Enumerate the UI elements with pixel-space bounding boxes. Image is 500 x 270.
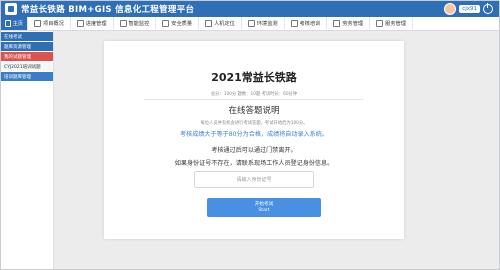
sidebar-item-my-questions[interactable]: 我的试题管理 xyxy=(1,52,53,61)
nav-item-home[interactable]: 主页 xyxy=(1,17,28,30)
nav-item-positioning[interactable]: 人机定位 xyxy=(199,17,242,30)
training-icon xyxy=(290,20,298,27)
people-icon xyxy=(333,20,341,27)
main-nav: 主页 项目概况 进度管理 智能监控 安全质量 人机定位 环境监测 考核培训 劳务… xyxy=(1,17,499,31)
nav-item-labor[interactable]: 劳务管理 xyxy=(327,17,371,30)
app-window: 常益长铁路 BIM+GIS 信息化工程管理平台 cjx91 主页 项目概况 进度… xyxy=(0,0,500,270)
nav-item-training[interactable]: 考核培训 xyxy=(285,17,328,30)
start-button-label-en: Start xyxy=(258,207,270,213)
instruction-line-3: 考核通过后可以通过门禁离开。 xyxy=(211,147,297,154)
nav-item-service[interactable]: 服务管理 xyxy=(370,17,413,30)
nav-item-project-overview[interactable]: 项目概况 xyxy=(28,17,71,30)
start-exam-button[interactable]: 开始考试 Start xyxy=(207,198,321,217)
nav-item-label: 进度管理 xyxy=(85,21,107,27)
monitor-icon xyxy=(119,20,127,27)
sidebar-item-question-bank[interactable]: 题库资源管理 xyxy=(1,42,53,51)
app-logo xyxy=(5,3,17,15)
nav-item-label: 人机定位 xyxy=(214,21,235,27)
exam-card: 2021常益长铁路 总分：100分 题数：10题 考试时长：60分钟 在线答题说… xyxy=(104,41,404,239)
nav-item-label: 服务管理 xyxy=(385,21,406,27)
instructions-title: 在线答题说明 xyxy=(228,106,280,116)
map-icon xyxy=(34,20,41,27)
nav-item-progress[interactable]: 进度管理 xyxy=(71,17,114,30)
nav-item-safety[interactable]: 安全质量 xyxy=(156,17,200,30)
exam-title: 2021常益长铁路 xyxy=(211,71,297,84)
nav-item-label: 劳务管理 xyxy=(342,21,364,27)
avatar[interactable] xyxy=(444,3,457,15)
instruction-line-1: 每位人员共有机会进行考试答题，考试开始后为100分。 xyxy=(200,121,308,126)
sidebar-item-training-questions[interactable]: CYJ2021培训试题 xyxy=(1,62,53,71)
location-icon xyxy=(205,20,213,27)
sidebar: 在线考试 题库资源管理 我的试题管理 CYJ2021培训试题 培训题库管理 xyxy=(1,31,54,269)
shield-icon xyxy=(162,20,170,27)
nav-item-environment[interactable]: 环境监测 xyxy=(242,17,285,30)
sidebar-item-online-exam[interactable]: 在线考试 xyxy=(1,32,53,41)
nav-item-label: 智能监控 xyxy=(128,21,150,27)
service-icon xyxy=(376,20,384,27)
instruction-line-4: 如果身份证号不存在，请联系现场工作人员登记身份信息。 xyxy=(174,160,334,167)
env-icon xyxy=(247,20,255,27)
sidebar-item-training-bank[interactable]: 培训题库管理 xyxy=(1,72,53,81)
nav-item-monitor[interactable]: 智能监控 xyxy=(114,17,157,30)
app-title: 常益长铁路 BIM+GIS 信息化工程管理平台 xyxy=(21,5,195,15)
top-header: 常益长铁路 BIM+GIS 信息化工程管理平台 cjx91 xyxy=(1,1,499,17)
logout-icon[interactable] xyxy=(483,3,493,14)
nav-item-label: 安全质量 xyxy=(171,21,193,27)
id-number-input[interactable] xyxy=(194,171,314,188)
home-icon xyxy=(5,20,11,27)
nav-item-label: 主页 xyxy=(12,21,23,27)
divider xyxy=(144,99,364,100)
nav-item-label: 环境监测 xyxy=(256,21,278,27)
nav-item-label: 项目概况 xyxy=(43,21,64,27)
user-area: cjx91 xyxy=(444,3,493,15)
nav-item-label: 考核培训 xyxy=(299,21,321,27)
user-name[interactable]: cjx91 xyxy=(459,5,480,13)
exam-meta: 总分：100分 题数：10题 考试时长：60分钟 xyxy=(210,92,298,97)
instruction-line-2: 考核成绩大于等于80分为合格，成绩将自动录入系统。 xyxy=(180,131,328,138)
progress-icon xyxy=(76,20,84,27)
